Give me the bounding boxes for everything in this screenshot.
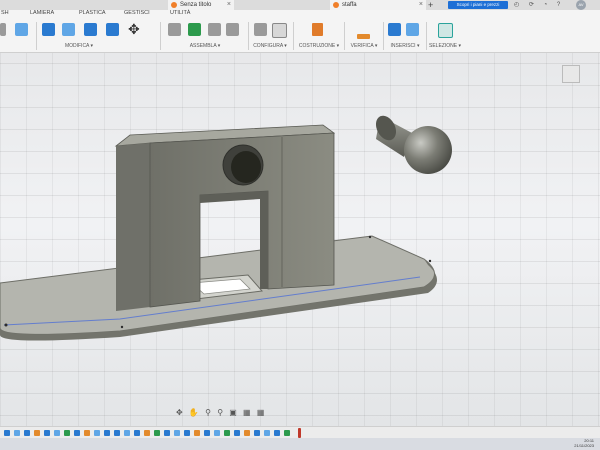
configure-icon[interactable]	[254, 23, 267, 36]
close-icon[interactable]: ×	[227, 0, 231, 10]
timeline-item[interactable]	[134, 430, 140, 436]
timeline-item[interactable]	[254, 430, 260, 436]
configura-group: CONFIGURA ▾	[250, 19, 290, 52]
selezione-group: SELEZIONE ▾	[428, 19, 462, 52]
timeline-item[interactable]	[64, 430, 70, 436]
timeline-item[interactable]	[54, 430, 60, 436]
timeline-item[interactable]	[114, 430, 120, 436]
group-label[interactable]: SELEZIONE ▾	[428, 43, 462, 49]
table-icon[interactable]	[272, 23, 287, 38]
tab-label: Senza titolo	[180, 2, 212, 8]
timeline-item[interactable]	[194, 430, 200, 436]
timeline-item[interactable]	[24, 430, 30, 436]
new-tab-button[interactable]: +	[428, 0, 433, 10]
inserisci-group: INSERISCI ▾	[386, 19, 424, 52]
move-icon[interactable]: ✥	[128, 21, 140, 38]
timeline-item[interactable]	[234, 430, 240, 436]
plane-icon[interactable]	[312, 23, 323, 36]
measure-icon[interactable]	[357, 34, 370, 39]
timeline-item[interactable]	[224, 430, 230, 436]
window-tab-bar: Senza titolo × staffa × + Scopri i piani…	[0, 0, 600, 10]
modifica-group: ✥ MODIFICA ▾	[40, 19, 158, 52]
timeline-item[interactable]	[4, 430, 10, 436]
insert-derive-icon[interactable]	[388, 23, 401, 36]
header-icons[interactable]: ◴ ⟳ ◔ ?	[514, 1, 564, 8]
new-component-icon[interactable]	[168, 23, 181, 36]
fillet-icon[interactable]	[62, 23, 75, 36]
timeline-item[interactable]	[124, 430, 130, 436]
tab-label: staffa	[342, 2, 357, 8]
timeline-item[interactable]	[34, 430, 40, 436]
as-built-joint-icon[interactable]	[208, 23, 221, 36]
tab-plastica[interactable]: PLASTICA	[79, 10, 106, 16]
plans-button[interactable]: Scopri i piani e prezzi	[448, 1, 508, 9]
timeline-item[interactable]	[244, 430, 250, 436]
avatar[interactable]: AV	[576, 0, 586, 10]
group-label[interactable]: MODIFICA ▾	[40, 43, 118, 49]
timeline-item[interactable]	[84, 430, 90, 436]
assembla-group: ASSEMBLA ▾	[164, 19, 246, 52]
tab-gestisci[interactable]: GESTISCI	[124, 10, 150, 16]
timeline-item[interactable]	[204, 430, 210, 436]
viewcube-icon[interactable]	[562, 65, 580, 83]
verifica-group: VERIFICA ▾	[347, 19, 381, 52]
timeline-item[interactable]	[154, 430, 160, 436]
tab-sh[interactable]: SH	[1, 10, 9, 16]
clock-date: 21/11/2023	[574, 443, 594, 448]
shell-icon[interactable]	[84, 23, 97, 36]
canvas-viewport[interactable]: ✥ ✋ ⚲ ⚲ ▣ ▦ ▦	[0, 53, 600, 438]
timeline-item[interactable]	[284, 430, 290, 436]
sketch-icon[interactable]	[0, 23, 6, 36]
create-group	[0, 19, 34, 52]
document-tab[interactable]: staffa ×	[330, 0, 426, 10]
tab-lamiera[interactable]: LAMIERA	[30, 10, 54, 16]
press-pull-icon[interactable]	[42, 23, 55, 36]
system-clock: 20:11 21/11/2023	[574, 438, 594, 448]
fusion-file-icon	[333, 2, 339, 8]
select-icon[interactable]	[438, 23, 453, 38]
group-label[interactable]: INSERISCI ▾	[386, 43, 424, 49]
timeline-item[interactable]	[44, 430, 50, 436]
timeline-item[interactable]	[274, 430, 280, 436]
document-tab-active[interactable]: Senza titolo ×	[168, 0, 234, 10]
form-icon[interactable]	[15, 23, 28, 36]
model-scene	[0, 112, 452, 341]
ribbon-toolbar: SH LAMIERA PLASTICA GESTISCI UTILITÀ ✥ M…	[0, 10, 600, 53]
combine-icon[interactable]	[106, 23, 119, 36]
group-label[interactable]: ASSEMBLA ▾	[164, 43, 246, 49]
timeline-marker[interactable]	[298, 428, 301, 438]
timeline-item[interactable]	[74, 430, 80, 436]
fusion-file-icon	[171, 2, 177, 8]
close-icon[interactable]: ×	[419, 0, 423, 10]
timeline-item[interactable]	[14, 430, 20, 436]
group-label[interactable]: VERIFICA ▾	[347, 43, 381, 49]
insert-image-icon[interactable]	[406, 23, 419, 36]
timeline-item[interactable]	[104, 430, 110, 436]
timeline-item[interactable]	[174, 430, 180, 436]
group-label[interactable]: COSTRUZIONE ▾	[296, 43, 342, 49]
navigation-bar[interactable]: ✥ ✋ ⚲ ⚲ ▣ ▦ ▦	[176, 408, 296, 420]
timeline-item[interactable]	[94, 430, 100, 436]
joint-icon[interactable]	[188, 23, 201, 36]
pin-part[interactable]	[372, 112, 452, 174]
timeline-item[interactable]	[264, 430, 270, 436]
timeline-item[interactable]	[144, 430, 150, 436]
joint-origin-icon[interactable]	[226, 23, 239, 36]
timeline-item[interactable]	[164, 430, 170, 436]
timeline-item[interactable]	[214, 430, 220, 436]
group-label[interactable]: CONFIGURA ▾	[250, 43, 290, 49]
tab-utilita[interactable]: UTILITÀ	[170, 10, 190, 16]
costruzione-group: COSTRUZIONE ▾	[296, 19, 342, 52]
os-taskbar: 20:11 21/11/2023	[0, 438, 600, 450]
timeline-item[interactable]	[184, 430, 190, 436]
